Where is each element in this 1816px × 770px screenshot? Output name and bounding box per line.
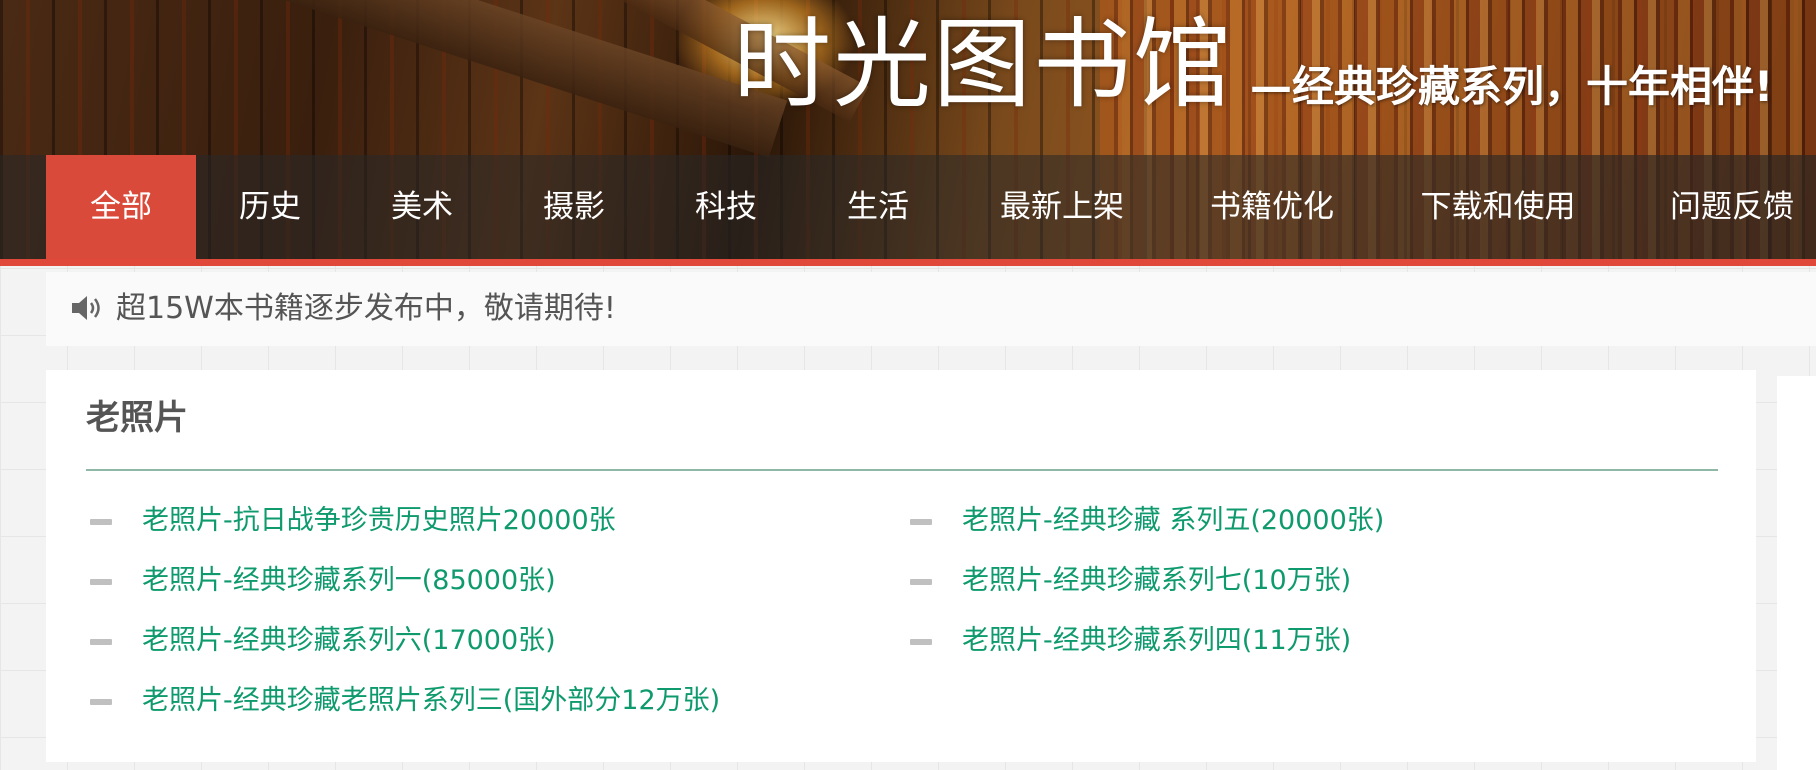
category-card: 老照片 老照片-抗日战争珍贵历史照片20000张 老照片-经典珍藏系列一(850… xyxy=(46,370,1756,762)
list-item-link[interactable]: 老照片-经典珍藏 系列五(20000张) xyxy=(962,501,1384,541)
notice-text: 超15W本书籍逐步发布中，敬请期待! xyxy=(116,291,616,326)
dash-icon xyxy=(90,579,112,585)
nav-underline xyxy=(0,259,1816,266)
section-title: 老照片 xyxy=(86,398,188,438)
site-subtitle: —经典珍藏系列，十年相伴! xyxy=(1250,62,1774,111)
speaker-icon xyxy=(72,296,100,320)
nav-item-art[interactable]: 美术 xyxy=(362,155,482,259)
side-panel-edge xyxy=(1777,376,1816,770)
nav-item-download-usage[interactable]: 下载和使用 xyxy=(1400,155,1596,259)
nav-item-photography[interactable]: 摄影 xyxy=(514,155,634,259)
list-item-link[interactable]: 老照片-抗日战争珍贵历史照片20000张 xyxy=(142,501,616,541)
list-item-link[interactable]: 老照片-经典珍藏系列七(10万张) xyxy=(962,561,1351,601)
section-divider xyxy=(86,469,1718,471)
nav-item-feedback[interactable]: 问题反馈 xyxy=(1652,155,1812,259)
dash-icon xyxy=(90,699,112,705)
list-item-link[interactable]: 老照片-经典珍藏老照片系列三(国外部分12万张) xyxy=(142,681,720,721)
dash-icon xyxy=(910,639,932,645)
dash-icon xyxy=(90,519,112,525)
list-item-link[interactable]: 老照片-经典珍藏系列一(85000张) xyxy=(142,561,556,601)
list-item-link[interactable]: 老照片-经典珍藏系列六(17000张) xyxy=(142,621,556,661)
nav-item-new-arrivals[interactable]: 最新上架 xyxy=(982,155,1142,259)
nav-item-book-optimization[interactable]: 书籍优化 xyxy=(1192,155,1352,259)
nav-item-all[interactable]: 全部 xyxy=(46,155,196,259)
dash-icon xyxy=(910,519,932,525)
site-title: 时光图书馆 xyxy=(733,8,1234,122)
main-nav: 全部 历史 美术 摄影 科技 生活 最新上架 书籍优化 下载和使用 问题反馈 xyxy=(0,155,1816,259)
nav-item-technology[interactable]: 科技 xyxy=(666,155,786,259)
dash-icon xyxy=(90,639,112,645)
header-banner: 时光图书馆 —经典珍藏系列，十年相伴! 全部 历史 美术 摄影 科技 生活 最新… xyxy=(0,0,1816,266)
nav-item-history[interactable]: 历史 xyxy=(210,155,330,259)
dash-icon xyxy=(910,579,932,585)
nav-item-life[interactable]: 生活 xyxy=(818,155,938,259)
notice-bar: 超15W本书籍逐步发布中，敬请期待! xyxy=(46,272,1816,346)
list-item-link[interactable]: 老照片-经典珍藏系列四(11万张) xyxy=(962,621,1351,661)
